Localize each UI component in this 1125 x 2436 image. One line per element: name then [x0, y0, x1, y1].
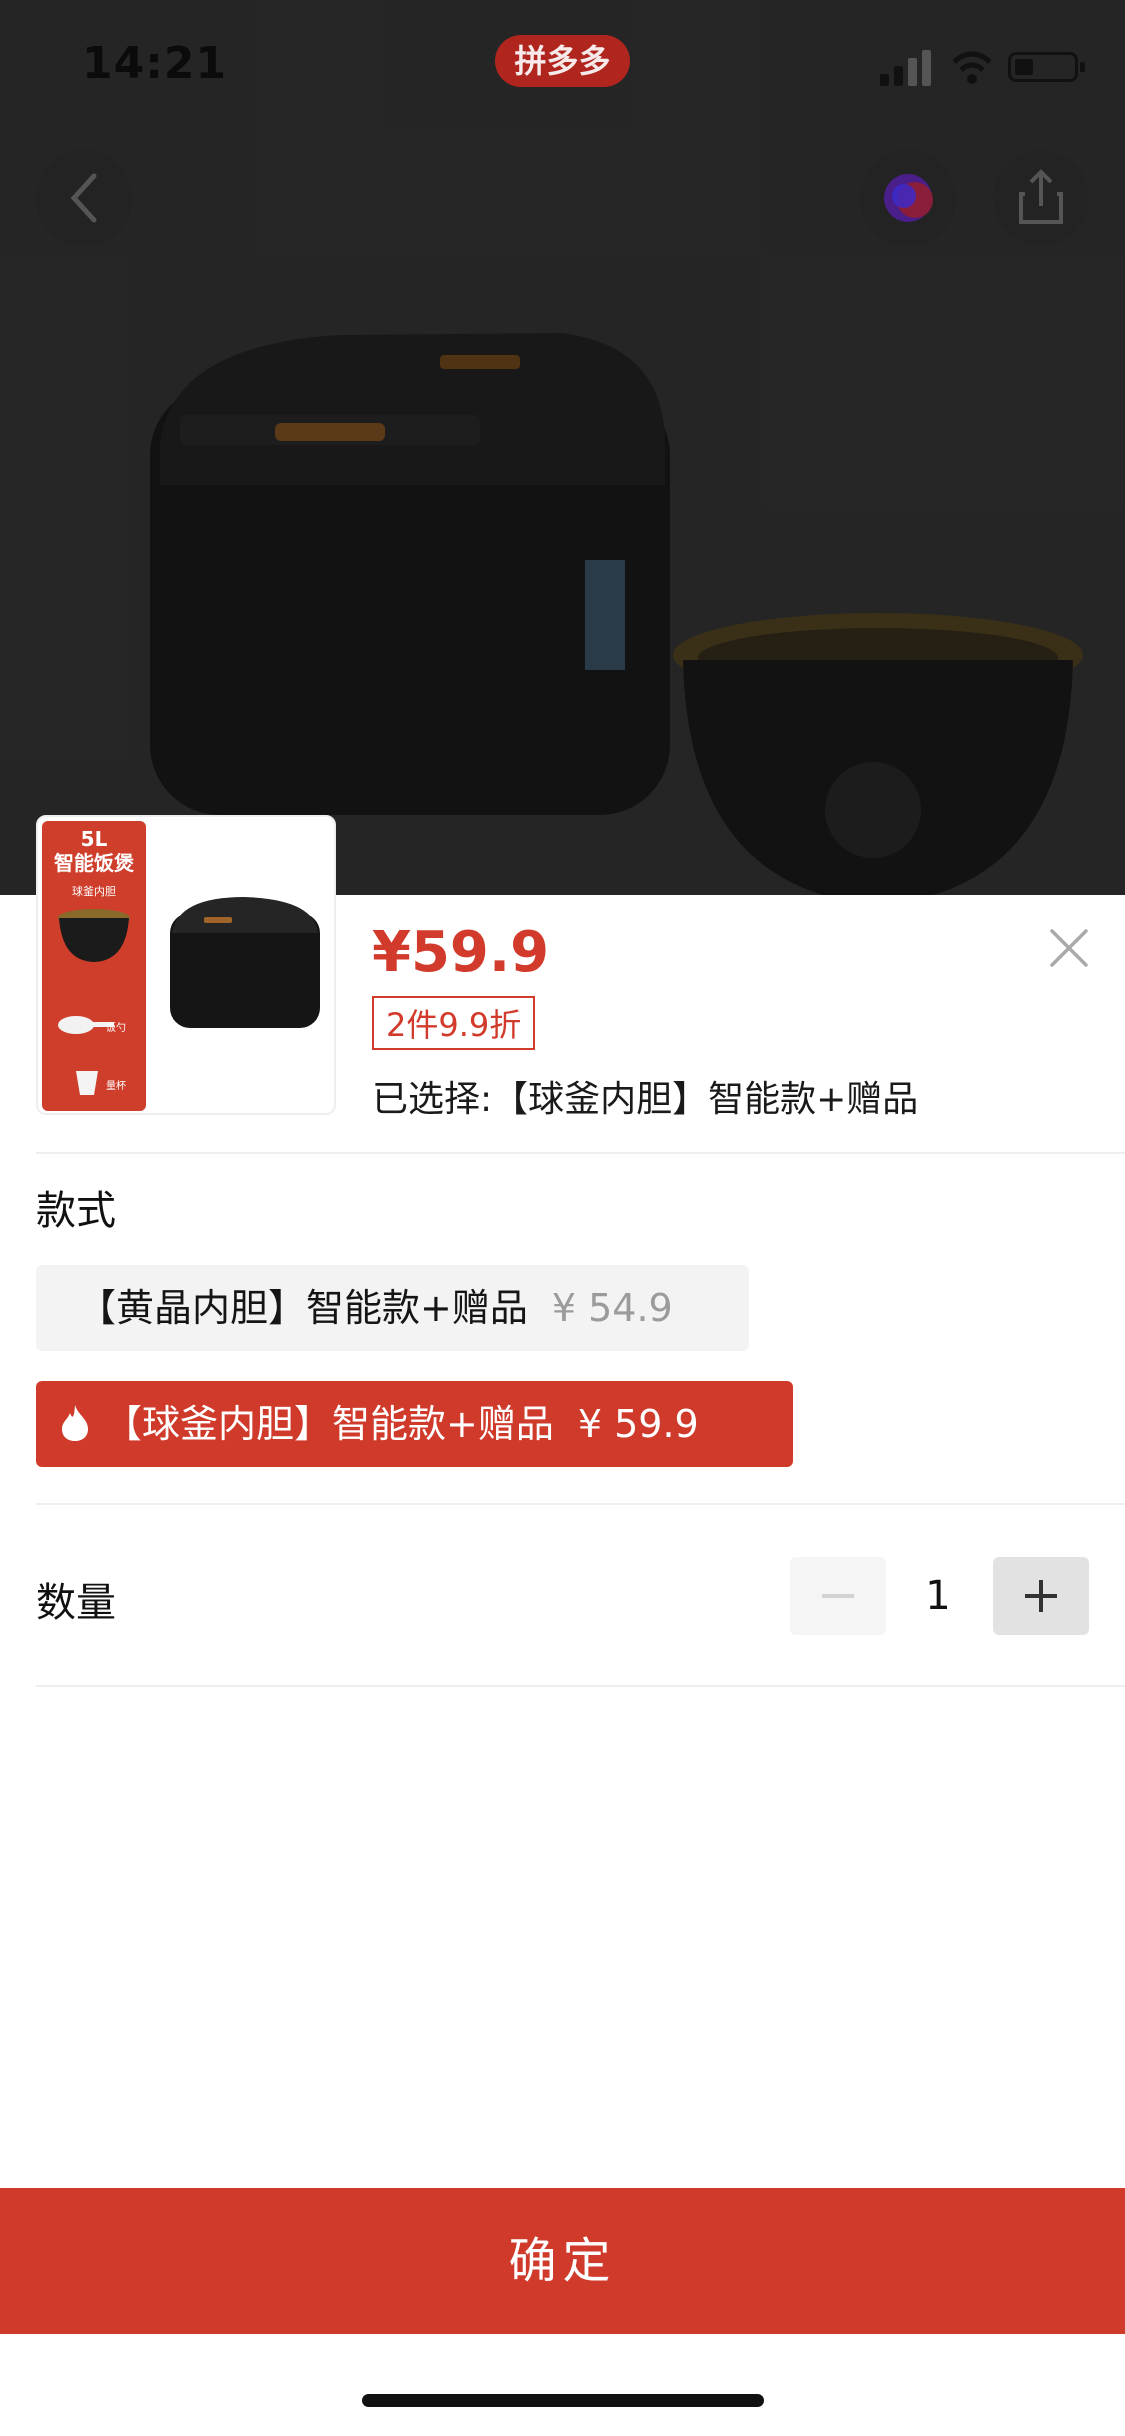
style-option-price: ¥ 59.9 [577, 1402, 699, 1446]
assistant-button[interactable] [860, 150, 956, 246]
rice-cooker-thumbnail-image [170, 897, 320, 1028]
product-image-area: 14:21 拼多多 [0, 0, 1125, 905]
wifi-icon [952, 51, 992, 84]
thumbnail-capacity: 5L 智能饭煲 [54, 827, 134, 875]
selected-variant-label: 已选择:【球釜内胆】智能款+赠品 [372, 1079, 919, 1120]
divider [36, 1152, 1125, 1154]
spoon-label: 饭勺 [106, 1023, 126, 1034]
style-section-title: 款式 [36, 1188, 116, 1234]
flame-icon [62, 1405, 88, 1441]
quantity-value[interactable]: 1 [900, 1557, 976, 1635]
style-option-label: 【球釜内胆】智能款+赠品 [104, 1402, 554, 1446]
quantity-increment-button[interactable] [993, 1557, 1089, 1635]
style-option-price: ¥ 54.9 [551, 1286, 673, 1330]
share-button[interactable] [993, 150, 1089, 246]
product-thumbnail[interactable]: 5L 智能饭煲 球釜内胆 饭勺 量杯 [36, 815, 336, 1115]
share-icon [1019, 169, 1063, 224]
cellular-signal-icon [880, 50, 931, 86]
style-option-huangjing[interactable]: 【黄晶内胆】智能款+赠品 ¥ 54.9 [36, 1265, 749, 1351]
app-badge: 拼多多 [495, 35, 630, 87]
battery-icon [1008, 52, 1085, 82]
close-icon[interactable] [1046, 925, 1092, 971]
discount-badge: 2件9.9折 [372, 996, 536, 1050]
assistant-orb-icon [884, 174, 933, 222]
back-button[interactable] [36, 150, 132, 246]
thumbnail-promo-panel: 5L 智能饭煲 球釜内胆 饭勺 量杯 [42, 821, 146, 1111]
status-time: 14:21 [82, 38, 228, 89]
style-option-label: 【黄晶内胆】智能款+赠品 [78, 1286, 528, 1330]
measuring-cup-icon [76, 1071, 98, 1095]
plus-icon [1025, 1580, 1057, 1612]
inner-pot-thumbnail-icon [58, 909, 130, 962]
divider [36, 1503, 1125, 1505]
cup-label: 量杯 [106, 1081, 126, 1092]
confirm-button[interactable]: 确定 [0, 2188, 1125, 2334]
quantity-section-title: 数量 [36, 1580, 116, 1626]
thumbnail-subtitle: 球釜内胆 [72, 885, 116, 898]
modal-overlay[interactable] [0, 0, 1125, 895]
quantity-decrement-button[interactable] [790, 1557, 886, 1635]
status-bar: 14:21 拼多多 [0, 0, 1125, 130]
home-indicator[interactable] [362, 2394, 764, 2407]
minus-icon [822, 1594, 854, 1598]
divider [36, 1685, 1125, 1687]
style-option-qiufu[interactable]: 【球釜内胆】智能款+赠品 ¥ 59.9 [36, 1381, 793, 1467]
chevron-left-icon [70, 173, 97, 223]
product-price: ¥59.9 [372, 920, 550, 985]
